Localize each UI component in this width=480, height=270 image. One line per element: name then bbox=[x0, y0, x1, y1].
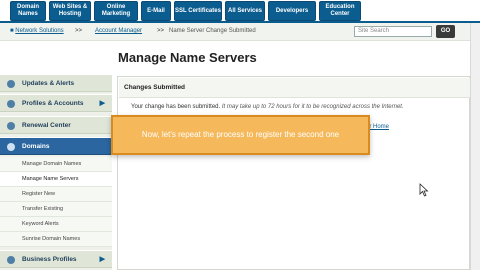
breadcrumb-home-link[interactable]: ■ Network Solutions bbox=[10, 28, 64, 34]
sidebar-item-domains[interactable]: Domains bbox=[0, 137, 112, 155]
breadcrumb-account-link[interactable]: Account Manager bbox=[95, 28, 142, 34]
sidebar-item-renewal-center[interactable]: Renewal Center bbox=[0, 116, 112, 134]
sidebar-subitem-transfer-existing[interactable]: Transfer Existing bbox=[0, 202, 112, 217]
sidebar-item-updates-alerts[interactable]: Updates & Alerts bbox=[0, 74, 112, 92]
sidebar-item-label: Profiles & Accounts bbox=[22, 100, 84, 107]
sidebar-item-label: Business Profiles bbox=[22, 256, 77, 263]
tutorial-tooltip: Now, let's repeat the process to registe… bbox=[111, 115, 370, 155]
sidebar-item-business-profiles[interactable]: Business Profiles ▶ bbox=[0, 250, 112, 268]
site-search-input[interactable]: Site Search bbox=[354, 26, 432, 37]
confirmation-message: Your change has been submitted. It may t… bbox=[131, 104, 404, 110]
sidebar-subitem-manage-domain-names[interactable]: Manage Domain Names bbox=[0, 157, 112, 172]
breadcrumb-current: Name Server Change Submitted bbox=[169, 28, 256, 34]
tab-ssl-certificates[interactable]: SSL Certificates bbox=[174, 1, 222, 21]
tab-email[interactable]: E-Mail bbox=[141, 1, 171, 21]
tab-all-services[interactable]: All Services bbox=[225, 1, 265, 21]
top-nav: Domain Names Web Sites & Hosting Online … bbox=[0, 0, 480, 22]
chevron-right-icon: ▶ bbox=[99, 256, 105, 263]
confirmation-note: It may take up to 72 hours for it to be … bbox=[221, 104, 404, 110]
sidebar-item-label: Renewal Center bbox=[22, 122, 71, 129]
confirmation-text: Your change has been submitted. bbox=[131, 104, 221, 110]
tab-domain-names[interactable]: Domain Names bbox=[10, 1, 46, 21]
profile-icon bbox=[7, 100, 15, 108]
page-title: Manage Name Servers bbox=[118, 50, 257, 65]
tab-education-center[interactable]: Education Center bbox=[319, 1, 361, 21]
sidebar-item-label: Domains bbox=[22, 143, 50, 150]
sidebar-subitem-manage-name-servers[interactable]: Manage Name Servers bbox=[0, 172, 112, 187]
page-scrollbar[interactable] bbox=[470, 23, 480, 270]
search-go-button[interactable]: GO bbox=[436, 25, 455, 38]
sidebar-subitem-keyword-alerts[interactable]: Keyword Alerts bbox=[0, 217, 112, 232]
chevron-right-icon: ▶ bbox=[99, 100, 105, 107]
left-header-area bbox=[0, 41, 112, 75]
breadcrumb-separator: >> bbox=[157, 28, 165, 34]
business-icon bbox=[7, 256, 15, 264]
breadcrumb-separator: >> bbox=[75, 28, 83, 34]
sidebar-item-label: Updates & Alerts bbox=[22, 80, 75, 87]
renewal-icon bbox=[7, 122, 15, 130]
tab-web-sites-hosting[interactable]: Web Sites & Hosting bbox=[49, 1, 91, 21]
tab-developers[interactable]: Developers bbox=[268, 1, 316, 21]
sidebar-subitem-sunrise-domain-names[interactable]: Sunrise Domain Names bbox=[0, 232, 112, 247]
sidebar-item-profiles-accounts[interactable]: Profiles & Accounts ▶ bbox=[0, 94, 112, 112]
globe-icon bbox=[7, 143, 15, 151]
alert-icon bbox=[7, 80, 15, 88]
panel-heading: Changes Submitted bbox=[124, 84, 186, 91]
panel-header: Changes Submitted bbox=[119, 78, 470, 98]
mouse-cursor-icon bbox=[419, 183, 429, 197]
tab-online-marketing[interactable]: Online Marketing bbox=[94, 1, 138, 21]
sidebar-subitem-register-new[interactable]: Register New bbox=[0, 187, 112, 202]
